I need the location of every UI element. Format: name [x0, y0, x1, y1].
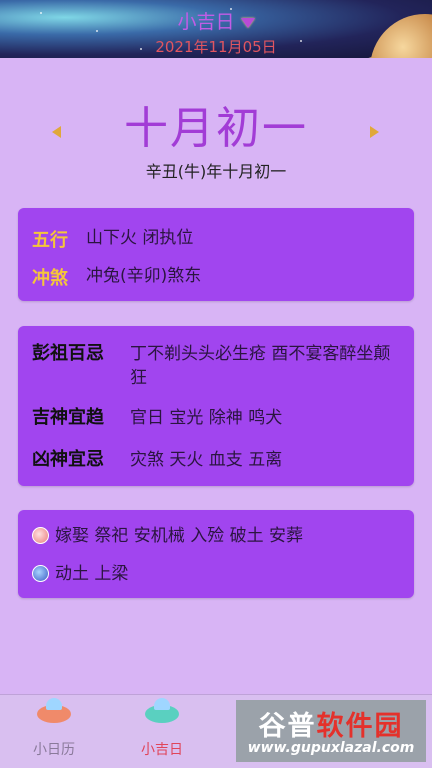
yiji-card: 嫁娶 祭祀 安机械 入殓 破土 安葬 动土 上梁	[18, 510, 414, 598]
header-date: 2021年11月05日	[155, 38, 277, 56]
ji-icon	[32, 565, 49, 582]
watermark-url: www.gupuxlazal.com	[247, 740, 415, 756]
next-day-arrow-icon[interactable]	[370, 126, 379, 138]
ufo-icon	[37, 698, 71, 723]
jishen-value: 官日 宝光 除神 鸣犬	[130, 408, 283, 428]
site-watermark: 谷普软件园 www.gupuxlazal.com	[236, 700, 426, 762]
yi-icon	[32, 527, 49, 544]
dropdown-triangle-icon[interactable]	[240, 17, 255, 28]
pengzu-key: 彭祖百忌	[32, 343, 104, 364]
app-title-text: 小吉日	[177, 11, 235, 33]
chongsha-key: 冲煞	[32, 268, 68, 289]
ji-value: 动土 上梁	[55, 564, 129, 584]
pengzu-value: 丁不剃头头必生疮 酉不宴客醉坐颠狂	[130, 344, 391, 388]
ganzhi-year-text: 辛丑(牛)年十月初一	[145, 162, 287, 181]
jishen-row: 吉神宜趋 官日 宝光 除神 鸣犬	[32, 406, 402, 430]
watermark-title: 谷普软件园	[236, 704, 426, 743]
ji-row: 动土 上梁	[32, 562, 402, 586]
jishen-key: 吉神宜趋	[32, 407, 104, 428]
watermark-title-part2: 软件园	[316, 711, 404, 742]
wuxing-row: 五行 山下火 闭执位	[32, 226, 402, 252]
xiongshen-value: 灾煞 天火 血支 五离	[130, 450, 283, 470]
yi-row: 嫁娶 祭祀 安机械 入殓 破土 安葬	[32, 524, 402, 548]
wuxing-key: 五行	[32, 230, 68, 251]
header-banner: 小吉日 2021年11月05日	[0, 0, 432, 58]
tab-lucky-day-label: 小吉日	[141, 742, 183, 758]
ufo-icon	[145, 698, 179, 723]
tab-calendar[interactable]: 小日历	[0, 698, 108, 759]
app-title[interactable]: 小吉日	[0, 7, 432, 34]
tab-lucky-day[interactable]: 小吉日	[108, 698, 216, 759]
chongsha-row: 冲煞 冲兔(辛卯)煞东	[32, 264, 402, 290]
xiongshen-key: 凶神宜忌	[32, 449, 104, 470]
shensha-card: 彭祖百忌 丁不剃头头必生疮 酉不宴客醉坐颠狂 吉神宜趋 官日 宝光 除神 鸣犬 …	[18, 326, 414, 486]
watermark-title-part1: 谷普	[258, 711, 317, 742]
wuxing-value: 山下火 闭执位	[86, 228, 194, 248]
wuxing-card: 五行 山下火 闭执位 冲煞 冲兔(辛卯)煞东	[18, 208, 414, 301]
xiongshen-row: 凶神宜忌 灾煞 天火 血支 五离	[32, 448, 402, 472]
lunar-date-title: 十月初一	[124, 103, 308, 154]
tab-calendar-label: 小日历	[33, 742, 75, 758]
chongsha-value: 冲兔(辛卯)煞东	[86, 266, 202, 286]
pengzu-row: 彭祖百忌 丁不剃头头必生疮 酉不宴客醉坐颠狂	[32, 342, 402, 390]
yi-value: 嫁娶 祭祀 安机械 入殓 破土 安葬	[55, 526, 304, 546]
